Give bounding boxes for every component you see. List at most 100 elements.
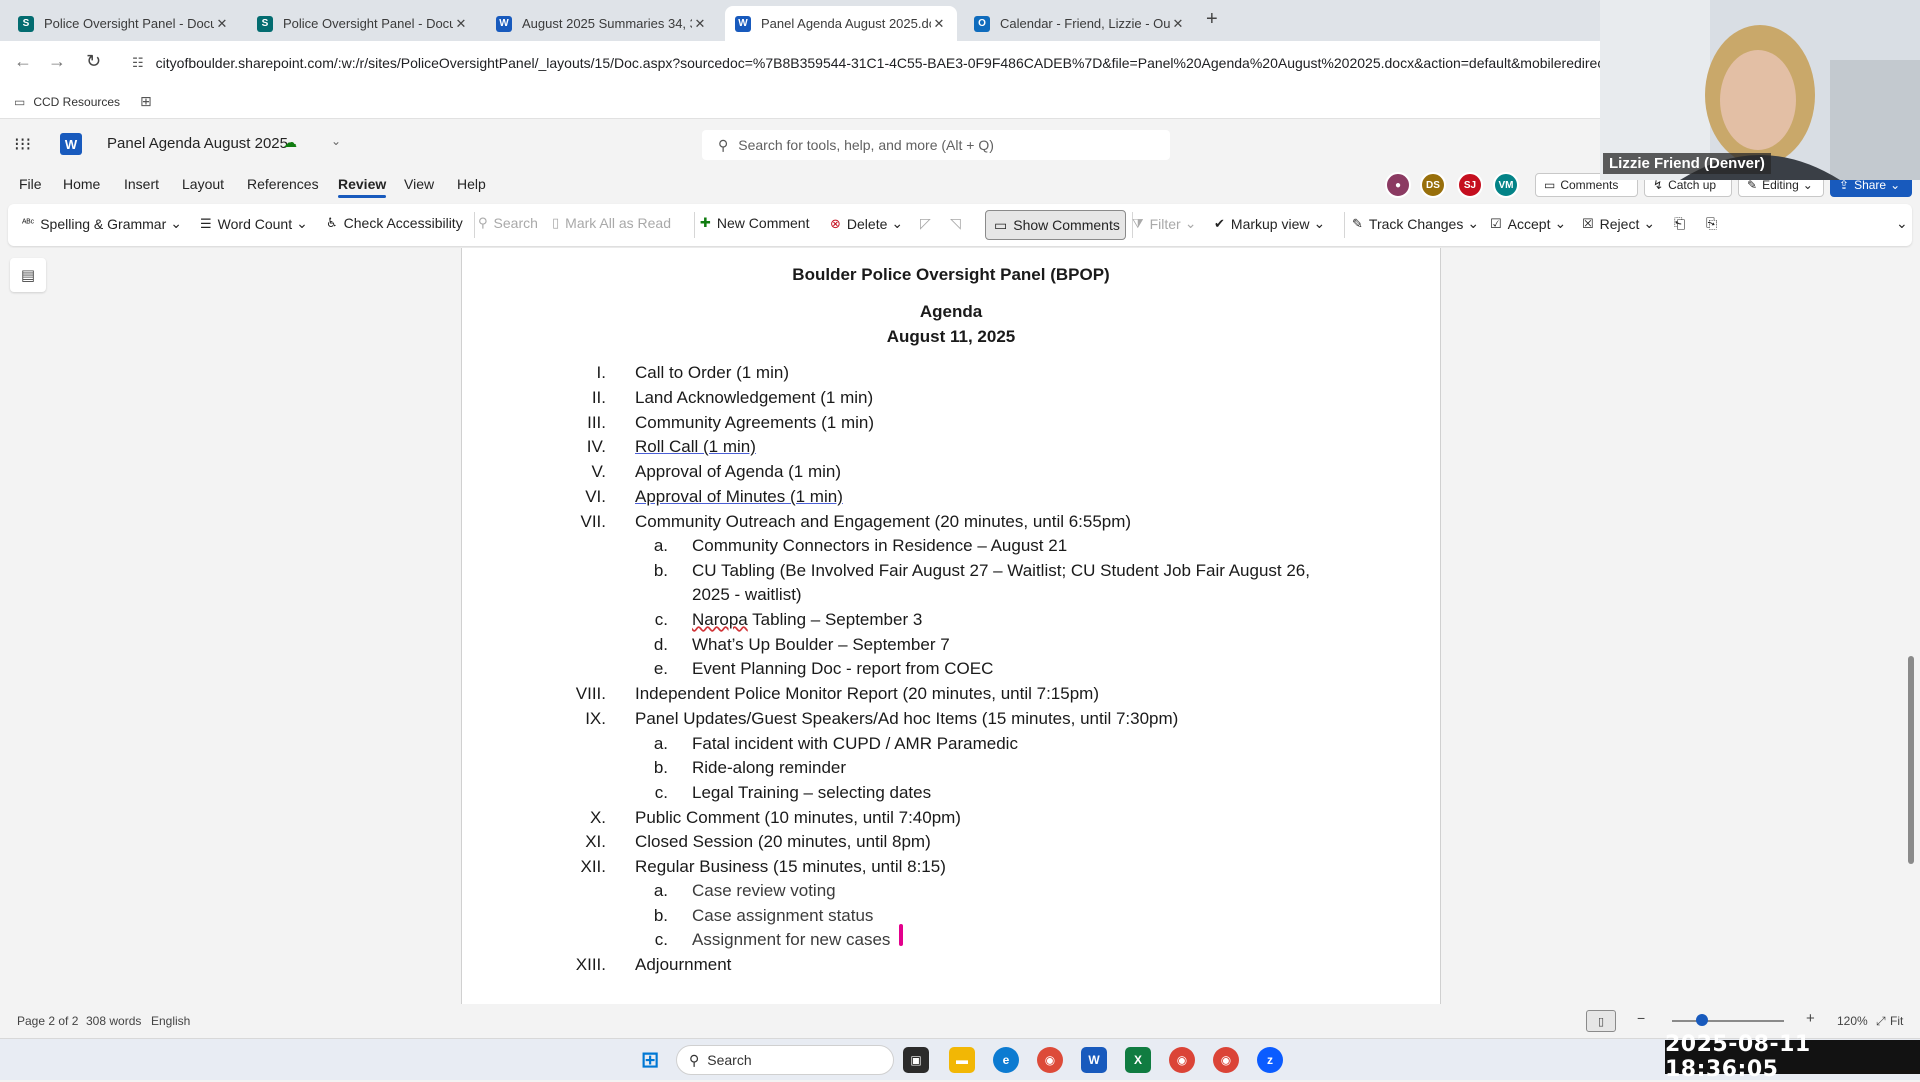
delete-label: Delete: [846, 215, 888, 232]
browser-tab-active[interactable]: W Panel Agenda August 2025.doc ✕: [725, 6, 957, 41]
agenda-item: X. Public Comment (10 minutes, until 7:4…: [462, 806, 1362, 830]
browser-tab[interactable]: W August 2025 Summaries 34, 36 ✕: [486, 6, 718, 41]
zoom-slider-handle[interactable]: [1696, 1014, 1708, 1026]
next-comment-button[interactable]: ◹: [950, 215, 961, 232]
avatar[interactable]: SJ: [1457, 172, 1483, 198]
accept-button[interactable]: ☑ Accept ⌄: [1490, 215, 1566, 232]
tab-insert[interactable]: Insert: [124, 176, 159, 192]
avatar[interactable]: VM: [1493, 172, 1519, 198]
windows-start-icon[interactable]: ⊞: [637, 1047, 663, 1073]
chrome-profile-icon[interactable]: ◉: [1169, 1047, 1195, 1073]
tab-references[interactable]: References: [247, 176, 319, 192]
tab-review[interactable]: Review: [338, 176, 387, 198]
close-icon[interactable]: ✕: [214, 16, 230, 32]
apps-grid-icon[interactable]: ⊞: [140, 93, 152, 110]
avatar[interactable]: ●: [1385, 172, 1411, 198]
new-comment-button[interactable]: ✚ New Comment: [700, 215, 810, 231]
show-comments-button[interactable]: ▭ Show Comments: [985, 210, 1126, 240]
previous-comment-button[interactable]: ◸: [920, 215, 931, 232]
reload-icon[interactable]: ↻: [86, 51, 101, 72]
forward-icon[interactable]: →: [48, 51, 66, 72]
url-field[interactable]: ☷ cityofboulder.sharepoint.com/:w:/r/sit…: [132, 45, 1602, 81]
tab-view[interactable]: View: [404, 176, 434, 192]
delete-button[interactable]: ⊗ Delete ⌄: [830, 215, 903, 232]
video-participant-tile[interactable]: Lizzie Friend (Denver): [1600, 0, 1920, 180]
chrome-profile-icon[interactable]: ◉: [1213, 1047, 1239, 1073]
word-count[interactable]: 308 words: [86, 1014, 141, 1028]
tab-help[interactable]: Help: [457, 176, 486, 192]
word-logo-icon[interactable]: W: [60, 133, 82, 155]
chrome-icon[interactable]: ◉: [1037, 1047, 1063, 1073]
next-comment-icon: ◹: [950, 215, 961, 231]
taskbar-search[interactable]: ⚲ Search: [676, 1045, 894, 1075]
item-number: II.: [591, 388, 606, 407]
zoom-slider[interactable]: [1672, 1020, 1784, 1022]
site-info-icon[interactable]: ☷: [132, 55, 144, 71]
show-comments-label: Show Comments: [1013, 217, 1120, 233]
filter-button[interactable]: ⧩ Filter ⌄: [1132, 215, 1196, 232]
check-accessibility-button[interactable]: ♿ Check Accessibility: [326, 215, 463, 231]
zoom-out-button[interactable]: −: [1637, 1010, 1645, 1026]
edge-icon[interactable]: e: [993, 1047, 1019, 1073]
item-text: Community Connectors in Residence – Augu…: [692, 536, 1068, 555]
search-input[interactable]: ⚲ Search for tools, help, and more (Alt …: [702, 130, 1170, 160]
document-title[interactable]: Panel Agenda August 2025: [107, 135, 288, 152]
browser-tab[interactable]: S Police Oversight Panel - Docum ✕: [8, 6, 240, 41]
document-page[interactable]: Boulder Police Oversight Panel (BPOP) Ag…: [461, 248, 1441, 1004]
word-app-icon[interactable]: W: [1081, 1047, 1107, 1073]
reject-button[interactable]: ☒ Reject ⌄: [1582, 215, 1655, 232]
tab-layout[interactable]: Layout: [182, 176, 224, 192]
agenda-subitem: c. Assignment for new cases: [462, 928, 1362, 952]
close-icon[interactable]: ✕: [931, 16, 947, 32]
markup-view-button[interactable]: ✔ Markup view ⌄: [1214, 215, 1325, 232]
pencil-icon: ✎: [1747, 178, 1758, 192]
ribbon-expand-button[interactable]: ⌄: [1896, 215, 1908, 232]
avatar[interactable]: DS: [1420, 172, 1446, 198]
agenda-subitem: d. What’s Up Boulder – September 7: [462, 633, 1362, 657]
saved-status-icon: ☁: [283, 134, 297, 150]
close-icon[interactable]: ✕: [692, 16, 708, 32]
item-text: Closed Session (20 minutes, until 8pm): [635, 832, 931, 851]
zoom-app-icon[interactable]: z: [1257, 1047, 1283, 1073]
new-tab-button[interactable]: +: [1206, 8, 1218, 31]
mark-all-read-button[interactable]: ▯ Mark All as Read: [552, 215, 671, 231]
tab-home[interactable]: Home: [63, 176, 100, 192]
app-launcher-icon[interactable]: ⁝⁝⁝: [14, 134, 31, 155]
language[interactable]: English: [151, 1014, 190, 1028]
navigation-pane-toggle[interactable]: ▤: [10, 258, 46, 292]
item-number: I.: [596, 363, 606, 382]
print-layout-button[interactable]: ▯: [1586, 1010, 1616, 1032]
vertical-scrollbar[interactable]: [1906, 248, 1916, 1004]
sharepoint-icon: S: [18, 15, 34, 32]
tab-file[interactable]: File: [19, 176, 42, 192]
word-count-button[interactable]: ☰ Word Count ⌄: [200, 215, 308, 232]
back-icon[interactable]: ←: [14, 51, 32, 72]
item-text: 2025 - waitlist): [692, 585, 802, 604]
share-icon: ⇪: [1839, 178, 1850, 192]
page-count[interactable]: Page 2 of 2: [17, 1014, 78, 1028]
item-text: Land Acknowledgement (1 min): [635, 388, 874, 407]
track-changes-button[interactable]: ✎ Track Changes ⌄: [1352, 215, 1479, 232]
zoom-in-button[interactable]: +: [1806, 1010, 1815, 1027]
close-icon[interactable]: ✕: [453, 16, 469, 32]
scrollbar-thumb[interactable]: [1908, 656, 1914, 864]
next-change-button[interactable]: ⎘: [1706, 215, 1717, 232]
bookmark-ccd-resources[interactable]: CCD Resources: [33, 95, 120, 109]
search-comments-button[interactable]: ⚲ Search: [478, 215, 538, 231]
file-explorer-icon[interactable]: ▬: [949, 1047, 975, 1073]
spelling-grammar-button[interactable]: ᴬᴮᶜ Spelling & Grammar ⌄: [22, 215, 182, 232]
item-number: XI.: [585, 832, 606, 851]
zoom-fit-button[interactable]: Fit: [1890, 1014, 1903, 1028]
item-number: X.: [589, 808, 606, 827]
task-view-icon[interactable]: ▣: [903, 1047, 929, 1073]
close-icon[interactable]: ✕: [1170, 16, 1186, 32]
browser-tab[interactable]: O Calendar - Friend, Lizzie - Outlo ✕: [964, 6, 1196, 41]
chevron-down-icon[interactable]: ⌄: [331, 134, 341, 148]
agenda-subitem: b. Case assignment status: [462, 904, 1362, 928]
browser-tab[interactable]: S Police Oversight Panel - Docum ✕: [247, 6, 479, 41]
word-icon: W: [735, 15, 751, 32]
excel-app-icon[interactable]: X: [1125, 1047, 1151, 1073]
previous-change-button[interactable]: ⎗: [1674, 215, 1685, 232]
zoom-level[interactable]: 120%: [1837, 1014, 1868, 1028]
tab-title: August 2025 Summaries 34, 36: [522, 16, 692, 31]
